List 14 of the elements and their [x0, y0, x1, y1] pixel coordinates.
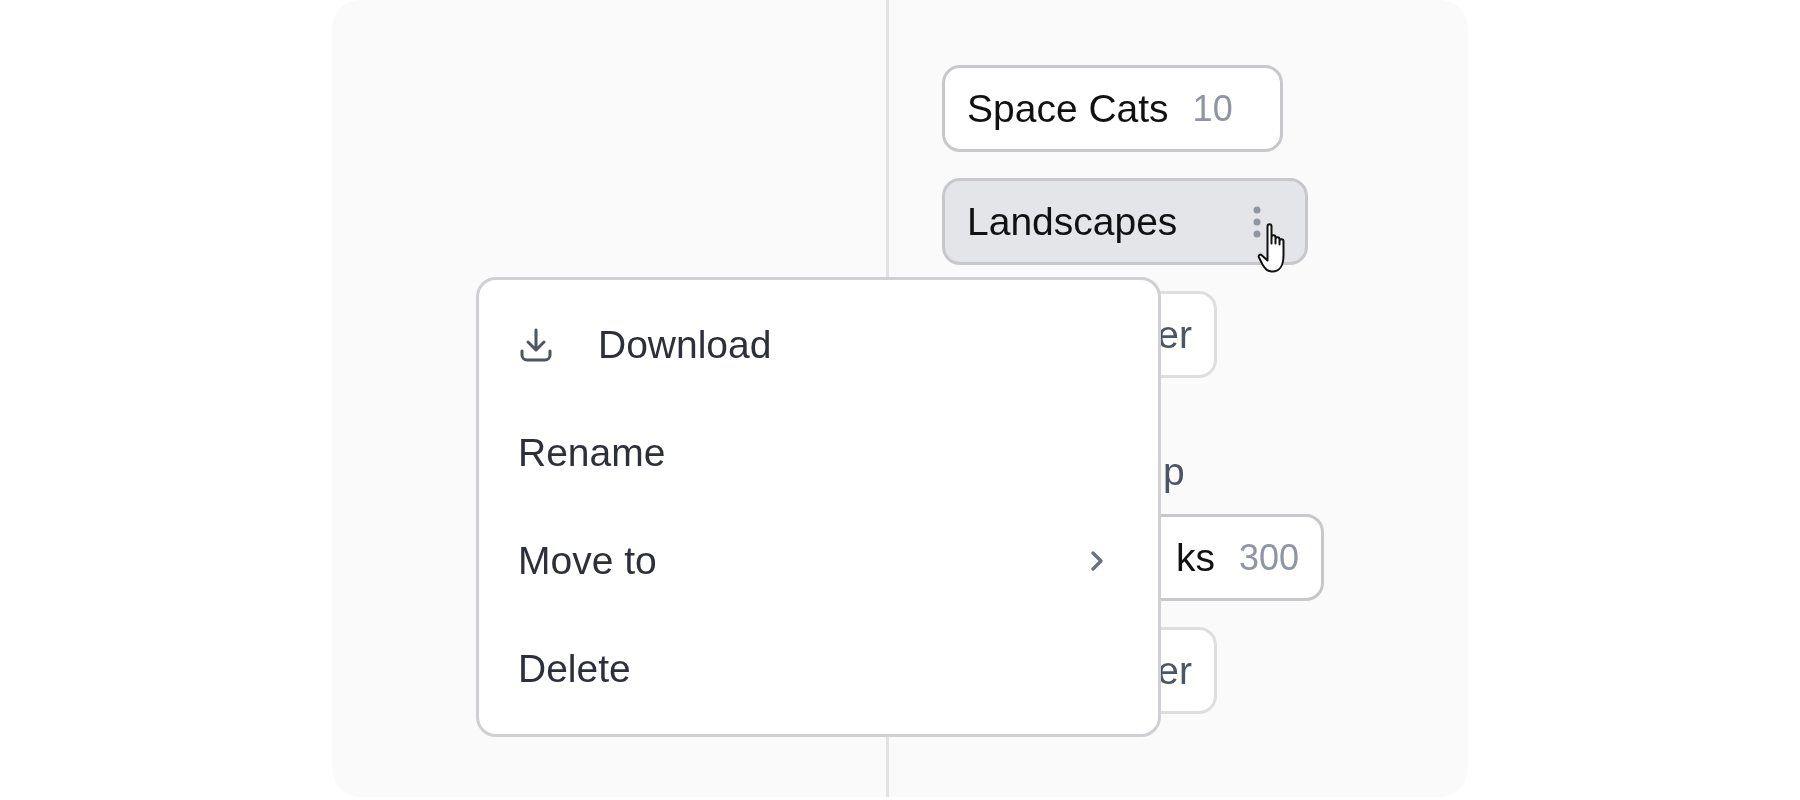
folder-name: Landscapes: [967, 199, 1178, 244]
menu-item[interactable]: Move to: [479, 507, 1158, 615]
folder-name: Space Cats: [967, 86, 1169, 131]
item-count: 10: [1192, 87, 1233, 130]
menu-item[interactable]: Download: [479, 291, 1158, 399]
download-icon: [518, 327, 554, 363]
folder-chip[interactable]: Space Cats 10: [942, 65, 1283, 152]
menu-item[interactable]: Delete: [479, 615, 1158, 723]
menu-item[interactable]: Rename: [479, 399, 1158, 507]
section-heading: p: [1163, 450, 1185, 493]
folder-name: ks: [1175, 535, 1215, 580]
more-icon[interactable]: [1253, 205, 1261, 238]
hand-cursor-icon: [1257, 223, 1285, 273]
item-count: 300: [1238, 536, 1299, 579]
